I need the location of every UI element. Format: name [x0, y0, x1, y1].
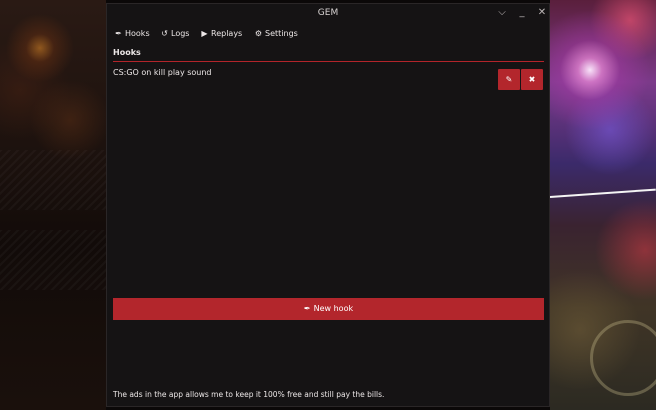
menu-bar: ✒ Hooks ↺ Logs ▶ Replays ⚙ Settings [107, 24, 549, 44]
hook-name: CS:GO on kill play sound [113, 68, 212, 77]
video-icon: ▶ [201, 29, 208, 38]
window-title: GEM [317, 8, 339, 18]
app-window: GEM ⌵ _ ✕ ✒ Hooks ↺ Logs ▶ Replays ⚙ Setting… [106, 3, 550, 407]
history-icon: ↺ [161, 29, 168, 38]
menu-item-settings[interactable]: ⚙ Settings [254, 27, 298, 41]
menu-item-label: Settings [265, 29, 298, 38]
new-hook-label: New hook [313, 304, 354, 313]
plug-icon: ✒ [303, 304, 311, 313]
close-icon: ✖ [528, 75, 536, 84]
menu-item-hooks[interactable]: ✒ Hooks [114, 27, 150, 41]
plug-icon: ✒ [115, 29, 122, 38]
wallpaper-stripe [0, 150, 106, 210]
close-button[interactable]: ✕ [533, 4, 551, 24]
menu-item-logs[interactable]: ↺ Logs [160, 27, 189, 41]
delete-hook-button[interactable]: ✖ [521, 69, 543, 90]
menu-item-label: Hooks [125, 29, 150, 38]
ads-notice: The ads in the app allows me to keep it … [113, 390, 385, 399]
new-hook-button[interactable]: ✒ New hook [113, 298, 544, 320]
pencil-icon: ✎ [505, 75, 513, 84]
section-divider [113, 61, 544, 62]
chevron-down-icon[interactable]: ⌵ [493, 4, 511, 24]
menu-item-label: Replays [211, 29, 243, 38]
wallpaper-ring [590, 320, 656, 396]
hook-list-item: CS:GO on kill play sound ✎ ✖ [113, 66, 544, 90]
section-title: Hooks [113, 48, 141, 57]
wallpaper-stripe [0, 230, 106, 290]
title-bar[interactable]: GEM ⌵ _ ✕ [107, 4, 549, 24]
menu-item-replays[interactable]: ▶ Replays [200, 27, 242, 41]
edit-hook-button[interactable]: ✎ [498, 69, 520, 90]
menu-item-label: Logs [171, 29, 190, 38]
gear-icon: ⚙ [254, 29, 263, 38]
minimize-button[interactable]: _ [513, 4, 531, 24]
